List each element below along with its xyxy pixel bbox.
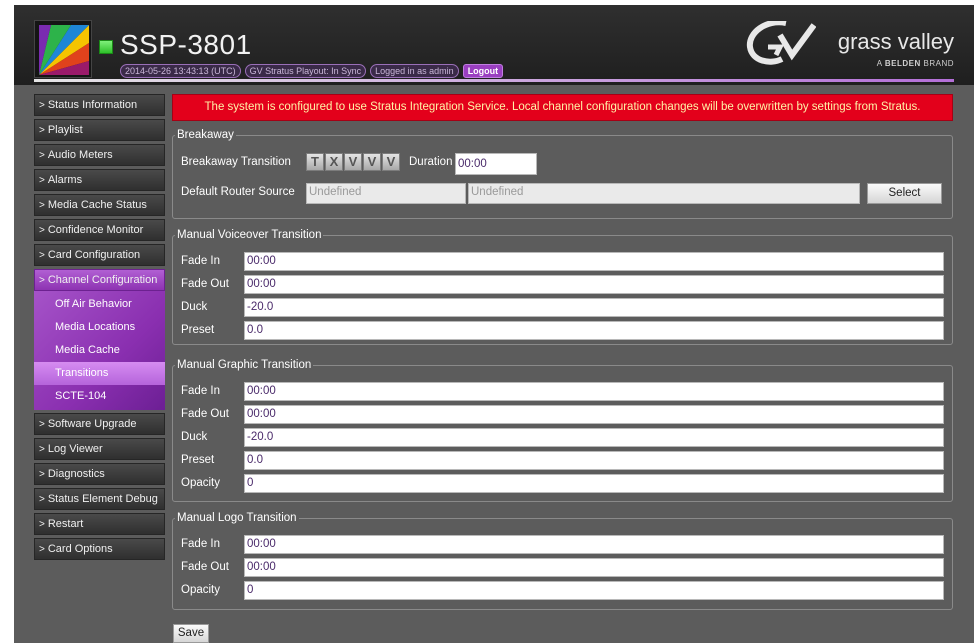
- channel-configuration-submenu: Off Air Behavior Media Locations Media C…: [34, 291, 165, 410]
- stratus-warning-banner: The system is configured to use Stratus …: [172, 94, 953, 121]
- graphic-preset-input[interactable]: 0.0: [244, 451, 944, 470]
- sidebar-item-diagnostics[interactable]: > Diagnostics: [34, 463, 165, 485]
- section-title: Manual Voiceover Transition: [177, 229, 322, 241]
- section-title: Breakaway: [177, 129, 234, 141]
- app-frame: SSP-3801 2014-05-26 13:43:13 (UTC) GV St…: [14, 5, 974, 643]
- section-title: Manual Logo Transition: [177, 512, 297, 524]
- sidebar-item-restart[interactable]: > Restart: [34, 513, 165, 535]
- sidebar-item-card-configuration[interactable]: > Card Configuration: [34, 244, 165, 266]
- logo-fade-in-input[interactable]: 00:00: [244, 535, 944, 554]
- opacity-label: Opacity: [181, 477, 220, 489]
- brand-subtitle: A BELDEN BRAND: [876, 59, 954, 68]
- chevron-right-icon: >: [39, 225, 45, 236]
- fade-in-label: Fade In: [181, 255, 220, 267]
- fade-in-label: Fade In: [181, 385, 220, 397]
- login-status-badge: Logged in as admin: [370, 63, 459, 78]
- sidebar-item-card-options[interactable]: > Card Options: [34, 538, 165, 560]
- sidebar-item-confidence-monitor[interactable]: > Confidence Monitor: [34, 219, 165, 241]
- graphic-fade-out-input[interactable]: 00:00: [244, 405, 944, 424]
- sidebar-item-software-upgrade[interactable]: > Software Upgrade: [34, 413, 165, 435]
- sidebar-item-audio-meters[interactable]: > Audio Meters: [34, 144, 165, 166]
- sidebar-item-alarms[interactable]: > Alarms: [34, 169, 165, 191]
- preset-label: Preset: [181, 454, 215, 466]
- select-router-button[interactable]: Select: [867, 183, 942, 204]
- duck-label: Duck: [181, 431, 208, 443]
- sync-status-badge: GV Stratus Playout: In Sync: [244, 63, 367, 78]
- chevron-right-icon: >: [39, 200, 45, 211]
- graphic-opacity-input[interactable]: 0: [244, 474, 944, 493]
- transition-v-fade-button[interactable]: V: [344, 153, 362, 171]
- preset-label: Preset: [181, 324, 215, 336]
- voiceover-preset-input[interactable]: 0.0: [244, 321, 944, 340]
- save-button[interactable]: Save: [173, 624, 209, 643]
- chevron-right-icon: >: [39, 125, 45, 136]
- subnav-item-media-locations[interactable]: Media Locations: [34, 316, 165, 339]
- chevron-right-icon: >: [39, 494, 45, 505]
- graphic-fade-in-input[interactable]: 00:00: [244, 382, 944, 401]
- chevron-right-icon: >: [39, 100, 45, 111]
- logout-button[interactable]: Logout: [462, 63, 504, 78]
- timestamp-badge: 2014-05-26 13:43:13 (UTC): [120, 63, 241, 78]
- chevron-right-icon: >: [39, 519, 45, 530]
- section-title: Manual Graphic Transition: [177, 359, 312, 371]
- brand-logo: grass valley A BELDEN BRAND: [746, 21, 956, 73]
- fade-out-label: Fade Out: [181, 278, 229, 290]
- opacity-label: Opacity: [181, 584, 220, 596]
- graphic-duck-input[interactable]: -20.0: [244, 428, 944, 447]
- transition-v-button[interactable]: V: [382, 153, 400, 171]
- sidebar-item-log-viewer[interactable]: > Log Viewer: [34, 438, 165, 460]
- graphic-transition-section: Manual Graphic Transition Fade In 00:00 …: [172, 359, 953, 502]
- chevron-right-icon: >: [39, 469, 45, 480]
- router-source-detail-field: Undefined: [468, 183, 860, 204]
- chevron-right-icon: >: [39, 419, 45, 430]
- logo-fade-out-input[interactable]: 00:00: [244, 558, 944, 577]
- sidebar-nav: > Status Information > Playlist > Audio Met…: [34, 94, 165, 563]
- subnav-item-scte-104[interactable]: SCTE-104: [34, 385, 165, 408]
- transition-cross-button[interactable]: X: [325, 153, 343, 171]
- chevron-right-icon: >: [39, 175, 45, 186]
- subnav-item-transitions[interactable]: Transitions: [34, 362, 165, 385]
- subnav-item-off-air-behavior[interactable]: Off Air Behavior: [34, 293, 165, 316]
- transition-vv-button[interactable]: V: [363, 153, 381, 171]
- device-logo: [34, 20, 92, 78]
- duration-input[interactable]: 00:00: [455, 153, 537, 175]
- header-status-strip: 2014-05-26 13:43:13 (UTC) GV Stratus Pla…: [120, 63, 504, 78]
- voiceover-transition-section: Manual Voiceover Transition Fade In 00:0…: [172, 229, 953, 345]
- voiceover-fade-in-input[interactable]: 00:00: [244, 252, 944, 271]
- logo-transition-section: Manual Logo Transition Fade In 00:00 Fad…: [172, 512, 953, 610]
- transition-cut-button[interactable]: T: [306, 153, 324, 171]
- sidebar-item-playlist[interactable]: > Playlist: [34, 119, 165, 141]
- duration-label: Duration: [409, 156, 453, 168]
- header-divider: [34, 79, 954, 82]
- default-router-source-label: Default Router Source: [181, 186, 295, 198]
- chevron-right-icon: >: [39, 150, 45, 161]
- breakaway-section: Breakaway Breakaway Transition T X V V V…: [172, 129, 953, 219]
- chevron-right-icon: >: [39, 250, 45, 261]
- fade-out-label: Fade Out: [181, 561, 229, 573]
- chevron-right-icon: >: [39, 544, 45, 555]
- sidebar-item-status-information[interactable]: > Status Information: [34, 94, 165, 116]
- chevron-right-icon: >: [39, 444, 45, 455]
- chevron-right-icon: >: [39, 275, 45, 286]
- router-source-field: Undefined: [306, 183, 466, 204]
- product-title: SSP-3801: [120, 29, 252, 60]
- logo-opacity-input[interactable]: 0: [244, 581, 944, 600]
- status-indicator: [99, 40, 113, 54]
- subnav-item-media-cache[interactable]: Media Cache: [34, 339, 165, 362]
- breakaway-transition-label: Breakaway Transition: [181, 156, 291, 168]
- sidebar-item-media-cache-status[interactable]: > Media Cache Status: [34, 194, 165, 216]
- voiceover-duck-input[interactable]: -20.0: [244, 298, 944, 317]
- duck-label: Duck: [181, 301, 208, 313]
- header: SSP-3801 2014-05-26 13:43:13 (UTC) GV St…: [14, 5, 974, 85]
- sidebar-item-channel-configuration[interactable]: > Channel Configuration: [34, 269, 165, 291]
- grass-valley-logo-icon: [746, 21, 816, 65]
- brand-name: grass valley: [837, 29, 954, 54]
- voiceover-fade-out-input[interactable]: 00:00: [244, 275, 944, 294]
- fade-out-label: Fade Out: [181, 408, 229, 420]
- fade-in-label: Fade In: [181, 538, 220, 550]
- sidebar-item-status-element-debug[interactable]: > Status Element Debug: [34, 488, 165, 510]
